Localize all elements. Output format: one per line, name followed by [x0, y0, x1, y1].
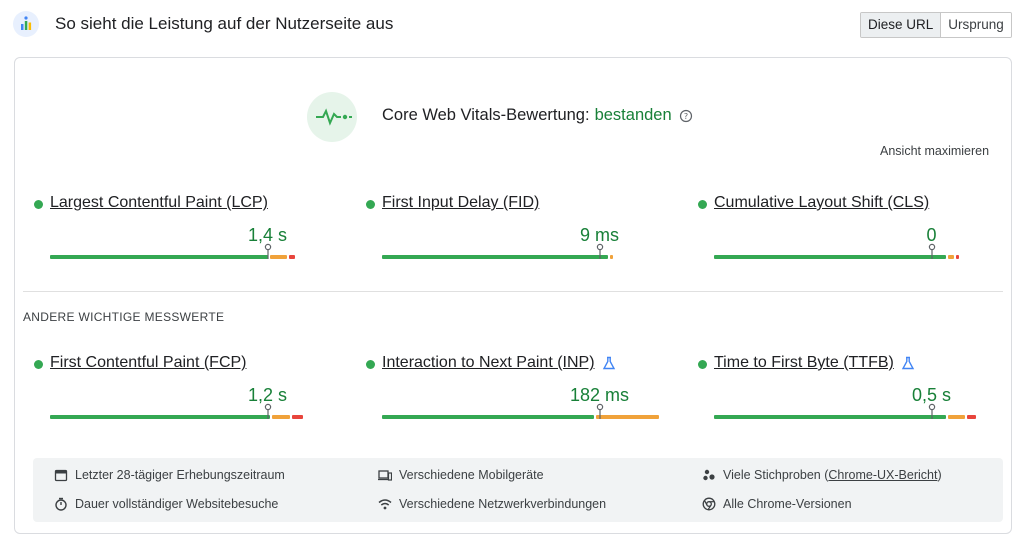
network-info: Verschiedene Netzwerkverbindungen	[378, 497, 606, 511]
experimental-flask-icon	[602, 356, 615, 370]
collection-period: Letzter 28-tägiger Erhebungszeitraum	[54, 468, 285, 482]
samples-info: Viele Stichproben (Chrome-UX-Bericht)	[702, 468, 942, 482]
assessment-label: Core Web Vitals-Bewertung:	[382, 106, 590, 124]
bar-segment-good	[714, 415, 946, 419]
percentile-marker-icon	[596, 403, 603, 419]
core-web-vitals-icon	[307, 92, 357, 142]
bar-segment-good	[50, 255, 268, 259]
distribution-bar	[382, 415, 672, 419]
chrome-icon	[702, 497, 716, 511]
distribution-bar	[50, 255, 340, 259]
devices-icon	[378, 470, 392, 481]
bar-segment-needs-improvement	[610, 255, 614, 259]
page-header: So sieht die Leistung auf der Nutzerseit…	[0, 0, 1024, 50]
metric-lcp: Largest Contentful Paint (LCP) 1,4 s	[34, 194, 340, 264]
samples-icon	[703, 469, 715, 481]
svg-text:?: ?	[684, 112, 688, 121]
percentile-marker-icon	[596, 243, 603, 259]
status-good-dot	[698, 360, 707, 369]
help-icon[interactable]: ?	[679, 109, 693, 123]
section-divider	[23, 291, 1003, 292]
bar-segment-poor	[967, 415, 977, 419]
wifi-icon	[378, 499, 392, 510]
metric-fid: First Input Delay (FID) 9 ms	[366, 194, 672, 264]
page-title: So sieht die Leistung auf der Nutzerseit…	[55, 14, 394, 33]
status-good-dot	[366, 200, 375, 209]
devices-info: Verschiedene Mobilgeräte	[378, 468, 544, 482]
percentile-marker-icon	[264, 243, 271, 259]
bar-segment-needs-improvement	[269, 255, 287, 259]
calendar-icon	[54, 469, 68, 482]
distribution-bar	[50, 415, 340, 419]
bar-segment-needs-improvement	[948, 255, 954, 259]
core-web-vitals-assessment: Core Web Vitals-Bewertung: bestanden ?	[382, 106, 693, 125]
metric-name-link[interactable]: First Input Delay (FID)	[382, 194, 539, 212]
bar-segment-needs-improvement	[595, 415, 660, 419]
metric-name-link[interactable]: Largest Contentful Paint (LCP)	[50, 194, 268, 212]
metric-name-link[interactable]: Time to First Byte (TTFB)	[714, 354, 915, 372]
timer-icon	[55, 497, 67, 511]
pagespeed-logo-icon	[13, 11, 39, 37]
status-good-dot	[366, 360, 375, 369]
chrome-versions: Alle Chrome-Versionen	[702, 497, 852, 511]
bar-segment-good	[382, 415, 594, 419]
bar-segment-poor	[288, 255, 295, 259]
distribution-bar	[382, 255, 672, 259]
status-good-dot	[698, 200, 707, 209]
metric-fcp: First Contentful Paint (FCP) 1,2 s	[34, 354, 340, 424]
metric-inp: Interaction to Next Paint (INP) 182 ms	[366, 354, 672, 424]
percentile-marker-icon	[928, 243, 935, 259]
bar-segment-good	[50, 415, 271, 419]
this-url-button[interactable]: Diese URL	[861, 13, 942, 37]
chrome-ux-report-link[interactable]: Chrome-UX-Bericht	[828, 468, 937, 482]
distribution-bar	[714, 255, 1004, 259]
status-good-dot	[34, 200, 43, 209]
bar-segment-needs-improvement	[948, 415, 966, 419]
metric-cls: Cumulative Layout Shift (CLS) 0	[698, 194, 1004, 264]
bar-segment-good	[382, 255, 609, 259]
bar-segment-poor	[291, 415, 304, 419]
metric-name-link[interactable]: First Contentful Paint (FCP)	[50, 354, 247, 372]
url-origin-toggle: Diese URL Ursprung	[860, 12, 1012, 38]
bar-segment-good	[714, 255, 946, 259]
bar-segment-poor	[955, 255, 959, 259]
assessment-status: bestanden	[594, 106, 672, 124]
expand-view-link[interactable]: Ansicht maximieren	[880, 144, 989, 158]
percentile-marker-icon	[264, 403, 271, 419]
visit-duration: Dauer vollständiger Websitebesuche	[54, 497, 278, 511]
distribution-bar	[714, 415, 1004, 419]
other-metrics-heading: ANDERE WICHTIGE MESSWERTE	[23, 310, 225, 324]
metric-name-link[interactable]: Interaction to Next Paint (INP)	[382, 354, 616, 372]
bar-segment-needs-improvement	[272, 415, 290, 419]
metric-name-link[interactable]: Cumulative Layout Shift (CLS)	[714, 194, 929, 212]
origin-button[interactable]: Ursprung	[941, 13, 1011, 37]
experimental-flask-icon	[901, 356, 915, 370]
percentile-marker-icon	[928, 403, 935, 419]
metric-ttfb: Time to First Byte (TTFB) 0,5 s	[698, 354, 1004, 424]
status-good-dot	[34, 360, 43, 369]
